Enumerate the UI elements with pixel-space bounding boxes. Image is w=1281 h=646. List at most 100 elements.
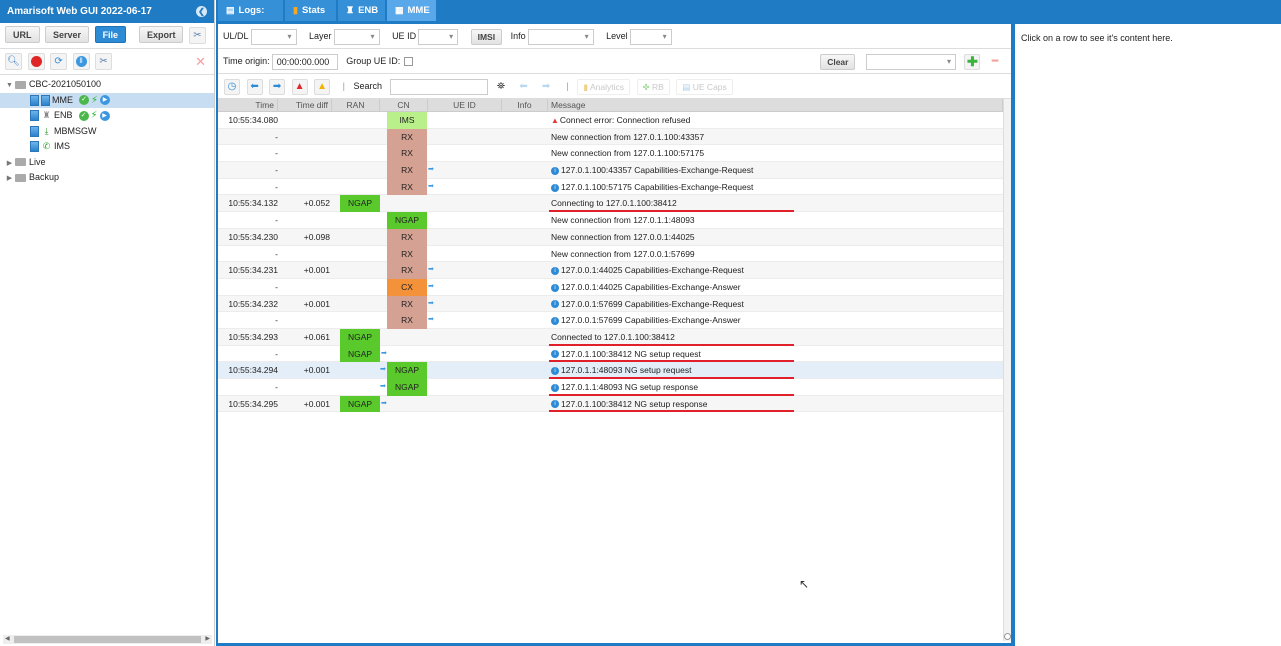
play-icon[interactable]: ▶	[99, 110, 110, 121]
next-arrow-icon[interactable]: ➡	[269, 78, 286, 95]
expand-arrow-icon[interactable]: ▼	[5, 78, 14, 94]
layer-select[interactable]	[333, 28, 380, 45]
add-icon[interactable]: ✚	[964, 53, 981, 70]
ueid-select[interactable]	[418, 28, 459, 45]
clear-button[interactable]: Clear	[820, 53, 856, 70]
ueid-label: UE ID	[392, 31, 417, 41]
search-next-icon[interactable]: ➡	[538, 79, 554, 95]
table-row[interactable]: 10:55:34.230 +0.098 RX New connection from …	[218, 228, 1003, 246]
message-text: New connection from 127.0.1.100:57175	[551, 148, 705, 159]
export-button[interactable]: Export	[138, 26, 184, 43]
refresh-icon[interactable]: ⟳	[50, 53, 68, 70]
rb-button[interactable]: ✤ RB	[636, 78, 670, 95]
info-icon: i	[551, 350, 559, 359]
table-row[interactable]: 10:55:34.232 +0.001 RX ➡ i 127.0.0.1:57699 Ca…	[218, 295, 1003, 313]
scroll-left-icon[interactable]: ◀	[5, 635, 10, 644]
table-row[interactable]: 10:55:34.080 IMS ▲Connect error: Connectio…	[218, 112, 1003, 129]
tree-node-mme[interactable]: MME ✓ ⚡︎ ▶	[0, 92, 214, 108]
analytics-button[interactable]: ▮ Analytics	[577, 78, 631, 95]
disconnect-icon[interactable]: ✂	[189, 27, 206, 45]
mme-icon	[41, 94, 50, 106]
col-time-diff[interactable]: Time diff	[278, 99, 332, 112]
table-row[interactable]: - RX New connection from 127.0.1.100:57175	[218, 145, 1003, 163]
tree-node-live[interactable]: ▶ Live	[0, 155, 214, 171]
table-row[interactable]: - CX ➡ i 127.0.0.1:44025 Capabilities-Exchan…	[218, 278, 1003, 296]
tab-enb[interactable]: ♜ ENB	[338, 0, 386, 21]
table-row[interactable]: 10:55:34.295 +0.001 NGAP ➡ i 127.0.1.100:3841…	[218, 395, 1003, 413]
message-text: 127.0.1.100:38412 NG setup response	[561, 398, 708, 409]
table-row[interactable]: - NGAP ➡ i 127.0.1.1:48093 NG setup response	[218, 379, 1003, 396]
info-icon: i	[551, 400, 559, 409]
phone-icon: ✆	[42, 141, 51, 151]
cell-message: i 127.0.1.100:57175 Capabilities-Exchange…	[551, 179, 753, 195]
info-select[interactable]	[527, 28, 594, 45]
tab-mme[interactable]: ▦ MME	[387, 0, 437, 21]
search-input[interactable]	[390, 78, 489, 95]
imsi-button[interactable]: IMSI	[470, 28, 503, 45]
scroll-handle[interactable]	[1004, 633, 1011, 640]
group-ueid-checkbox[interactable]	[404, 57, 414, 67]
table-row[interactable]: 10:55:34.231 +0.001 RX ➡ i 127.0.0.1:44025 Ca…	[218, 262, 1003, 279]
pause-icon[interactable]: ll	[72, 53, 90, 70]
warning-icon[interactable]: ▲	[314, 78, 331, 95]
remove-icon[interactable]: ━	[987, 54, 1003, 70]
collapse-panel-icon[interactable]: ❮	[196, 6, 207, 17]
col-info[interactable]: Info	[502, 99, 548, 112]
search-tool-icon[interactable]: 🔍︎	[5, 53, 22, 70]
time-origin-input[interactable]: 00:00:00.000	[271, 53, 338, 70]
server-button[interactable]: Server	[45, 26, 90, 43]
table-row[interactable]: 10:55:34.132 +0.052 NGAP Connecting to 127.…	[218, 195, 1003, 213]
play-icon[interactable]: ▶	[100, 95, 111, 106]
table-row[interactable]: - NGAP New connection from 127.0.1.1:48093	[218, 212, 1003, 229]
expand-arrow-icon[interactable]: ▶	[5, 171, 14, 187]
left-panel: Amarisoft Web GUI 2022-06-17 ❮ URL Serve…	[0, 0, 215, 646]
col-cn[interactable]: CN	[380, 99, 428, 112]
file-button[interactable]: File	[94, 26, 127, 43]
col-ue-id[interactable]: UE ID	[428, 99, 502, 112]
table-row[interactable]: 10:55:34.293 +0.061 NGAP Connected to 127.0…	[218, 328, 1003, 346]
separator: |	[566, 81, 569, 91]
cell-time-diff: +0.098	[303, 231, 330, 242]
table-row[interactable]: - RX ➡ i 127.0.0.1:57699 Capabilities-Exchan…	[218, 312, 1003, 329]
tree-node-ims[interactable]: ✆ IMS	[0, 139, 214, 155]
col-message[interactable]: Message	[548, 99, 1003, 112]
clock-icon[interactable]: ◷	[224, 78, 240, 95]
table-row[interactable]: - NGAP ➡ i 127.0.1.100:38412 NG setup reques…	[218, 345, 1003, 363]
tab-stats[interactable]: ▮ Stats	[285, 0, 337, 21]
url-button[interactable]: URL	[5, 26, 40, 43]
server-icon	[30, 94, 39, 106]
table-row[interactable]: 10:55:34.294 +0.001 NGAP ➡ i 127.0.1.1:48093 …	[218, 362, 1003, 379]
level-select[interactable]	[629, 28, 672, 45]
error-icon[interactable]: ▲	[291, 78, 308, 95]
uldl-select[interactable]	[250, 28, 297, 45]
binoculars-icon[interactable]: ⛯	[493, 79, 509, 95]
table-row[interactable]: - RX ➡ i 127.0.1.100:57175 Capabilities-Exch…	[218, 178, 1003, 196]
prev-arrow-icon[interactable]: ⬅	[246, 78, 263, 95]
tree-node-cbc[interactable]: ▼ CBC-2021050100	[0, 77, 214, 93]
tree-node-backup[interactable]: ▶ Backup	[0, 170, 214, 186]
table-row[interactable]: - RX ➡ i 127.0.1.100:43357 Capabilities-Exch…	[218, 162, 1003, 179]
col-time[interactable]: Time	[218, 99, 278, 112]
table-row[interactable]: - RX New connection from 127.0.0.1:57699	[218, 245, 1003, 263]
cell-time: -	[275, 281, 278, 292]
cell-message: i 127.0.0.1:44025 Capabilities-Exchange-R…	[551, 262, 744, 278]
cell-time-diff: +0.001	[303, 298, 330, 309]
ue-caps-button[interactable]: ▤ UE Caps	[676, 78, 733, 95]
tree-node-enb[interactable]: ♜ ENB ✓ ⚡︎ ▶	[0, 108, 214, 124]
stop-icon[interactable]	[27, 53, 45, 70]
search-prev-icon[interactable]: ⬅	[516, 79, 532, 95]
vertical-scrollbar[interactable]	[1003, 99, 1011, 641]
plug-icon[interactable]: ✂	[95, 53, 113, 70]
cell-time-diff	[280, 379, 330, 395]
table-row[interactable]: - RX New connection from 127.0.1.100:43357	[218, 128, 1003, 146]
expand-arrow-icon[interactable]: ▶	[5, 156, 14, 172]
horizontal-scrollbar[interactable]: ◀ ▶	[3, 635, 212, 644]
filter-preset-select[interactable]	[865, 53, 956, 70]
tab-logs[interactable]: ▤Logs: 18	[218, 0, 284, 37]
col-ran[interactable]: RAN	[332, 99, 380, 112]
close-icon[interactable]: ✕	[195, 54, 206, 70]
layer-badge-ran: NGAP	[340, 195, 380, 213]
scroll-right-icon[interactable]: ▶	[205, 635, 210, 644]
scrollbar-thumb[interactable]	[14, 636, 201, 643]
tree-node-mbmsgw[interactable]: ⤓ MBMSGW	[0, 124, 214, 140]
